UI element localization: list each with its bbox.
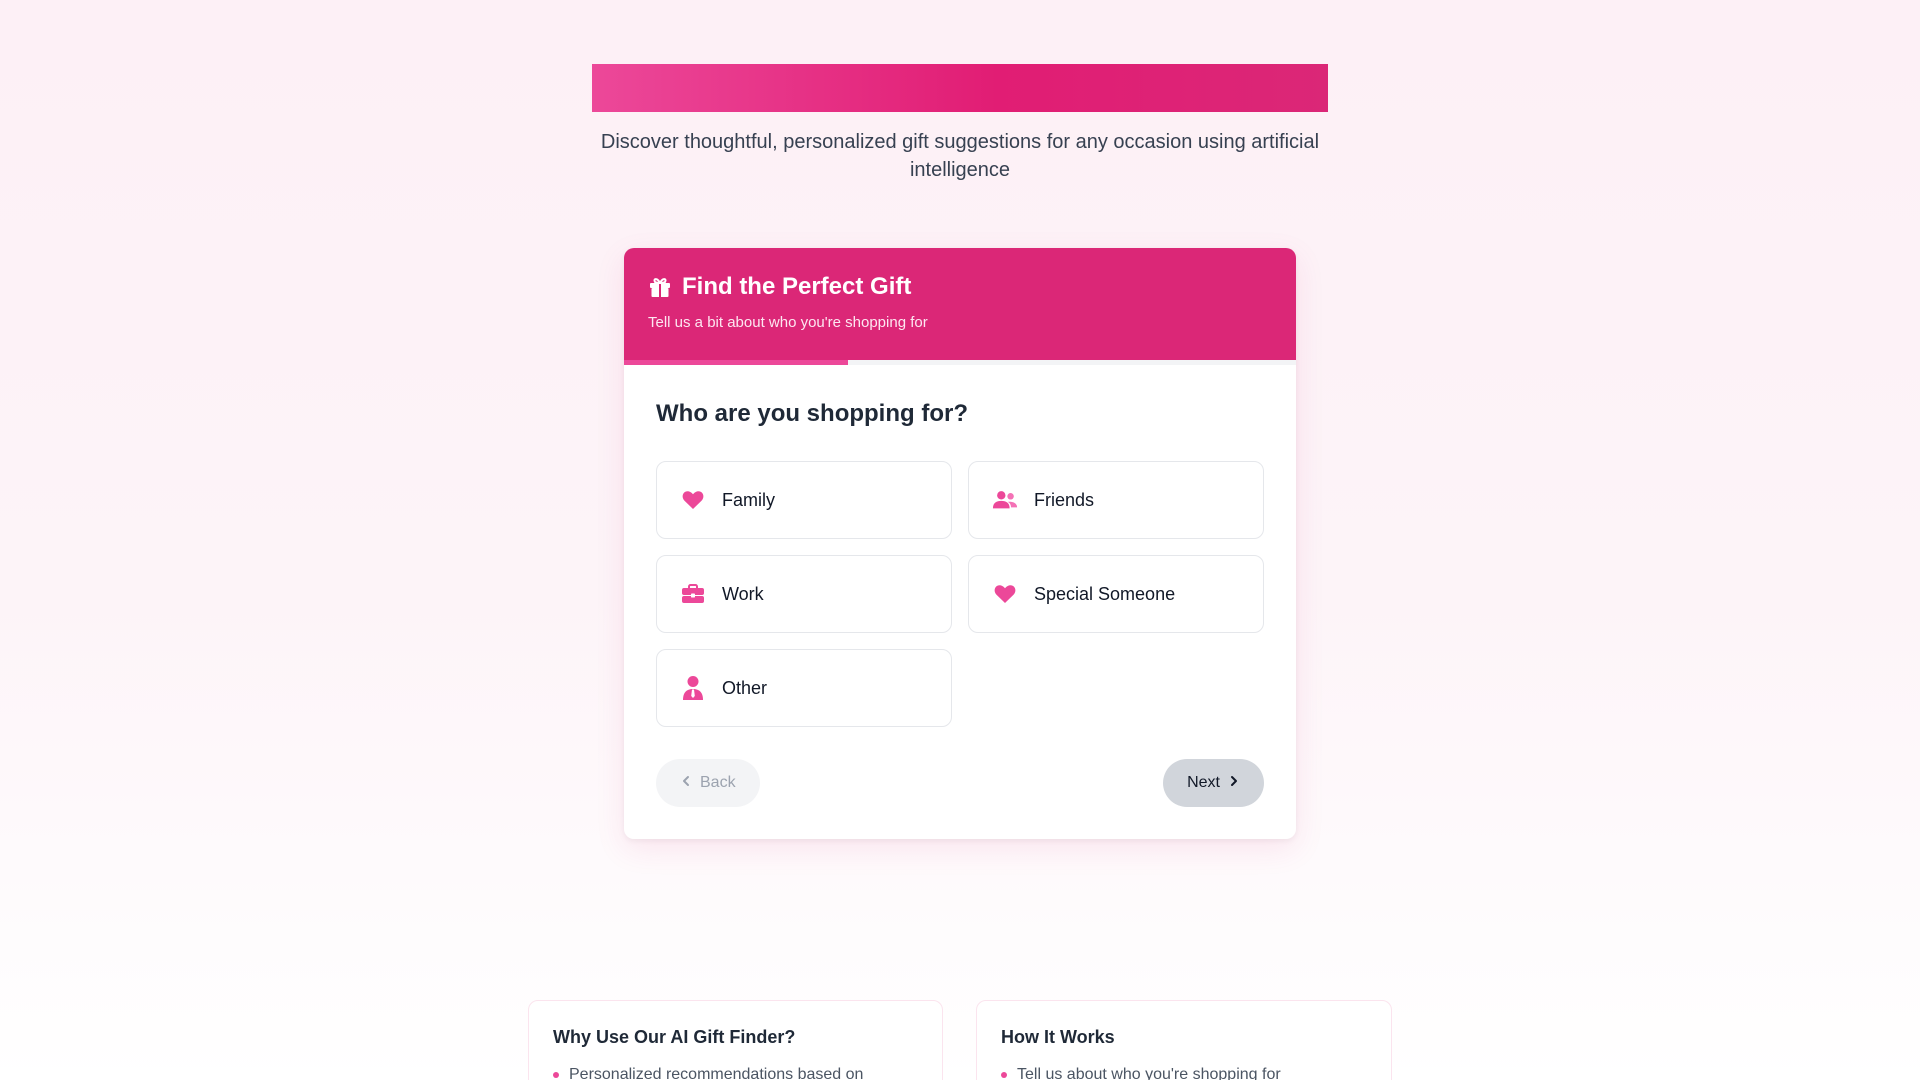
hero-tagline: Discover thoughtful, personalized gift s…	[600, 131, 1320, 181]
heart-icon	[680, 487, 706, 513]
user-tie-icon	[680, 675, 706, 701]
bullet-dot	[553, 1072, 559, 1078]
why-use-item: Personalized recommendations based on	[553, 1066, 918, 1080]
option-label: Other	[722, 677, 768, 698]
card-subtitle: Tell us a bit about who you're shopping …	[648, 314, 928, 331]
next-button[interactable]: Next	[1163, 759, 1264, 807]
option-special-someone[interactable]: Special Someone	[968, 555, 1264, 633]
why-use-card: Why Use Our AI Gift Finder? Personalized…	[528, 1000, 943, 1080]
option-label: Work	[722, 583, 764, 604]
option-label: Friends	[1034, 489, 1095, 510]
card-body: Who are you shopping for? Family Friends…	[624, 365, 1296, 807]
chevron-left-icon	[680, 774, 692, 792]
how-it-works-title: How It Works	[1001, 1027, 1115, 1047]
chevron-right-icon	[1228, 774, 1240, 792]
briefcase-icon	[680, 581, 706, 607]
back-button[interactable]: Back	[656, 759, 760, 807]
progress-fill	[624, 360, 848, 365]
how-it-works-item: Tell us about who you're shopping for	[1001, 1066, 1367, 1080]
option-work[interactable]: Work	[656, 555, 952, 633]
progress-bar	[624, 360, 1296, 365]
recipient-options: Family Friends Work Special Someone Othe…	[656, 461, 1264, 727]
why-use-title: Why Use Our AI Gift Finder?	[553, 1027, 796, 1047]
how-it-works-item-text: Tell us about who you're shopping for	[1017, 1066, 1281, 1080]
gift-icon	[648, 275, 672, 299]
option-other[interactable]: Other	[656, 649, 952, 727]
hero-banner	[592, 64, 1328, 112]
why-use-item-text: Personalized recommendations based on	[569, 1066, 864, 1080]
how-it-works-card: How It Works Tell us about who you're sh…	[976, 1000, 1392, 1080]
next-button-label: Next	[1187, 774, 1220, 791]
card-header: Find the Perfect Gift Tell us a bit abou…	[624, 248, 1296, 360]
question-heading: Who are you shopping for?	[656, 400, 968, 427]
card-title-row: Find the Perfect Gift	[648, 272, 1272, 302]
wizard-navigation: Back Next	[656, 759, 1264, 807]
option-label: Special Someone	[1034, 583, 1176, 604]
card-title: Find the Perfect Gift	[682, 273, 912, 300]
back-button-label: Back	[700, 774, 736, 791]
heart-icon	[992, 581, 1018, 607]
option-family[interactable]: Family	[656, 461, 952, 539]
option-label: Family	[722, 489, 775, 510]
option-friends[interactable]: Friends	[968, 461, 1264, 539]
page: Discover thoughtful, personalized gift s…	[0, 0, 1920, 1080]
bullet-dot	[1001, 1072, 1007, 1078]
users-icon	[992, 487, 1018, 513]
gift-finder-card: Find the Perfect Gift Tell us a bit abou…	[624, 248, 1296, 839]
